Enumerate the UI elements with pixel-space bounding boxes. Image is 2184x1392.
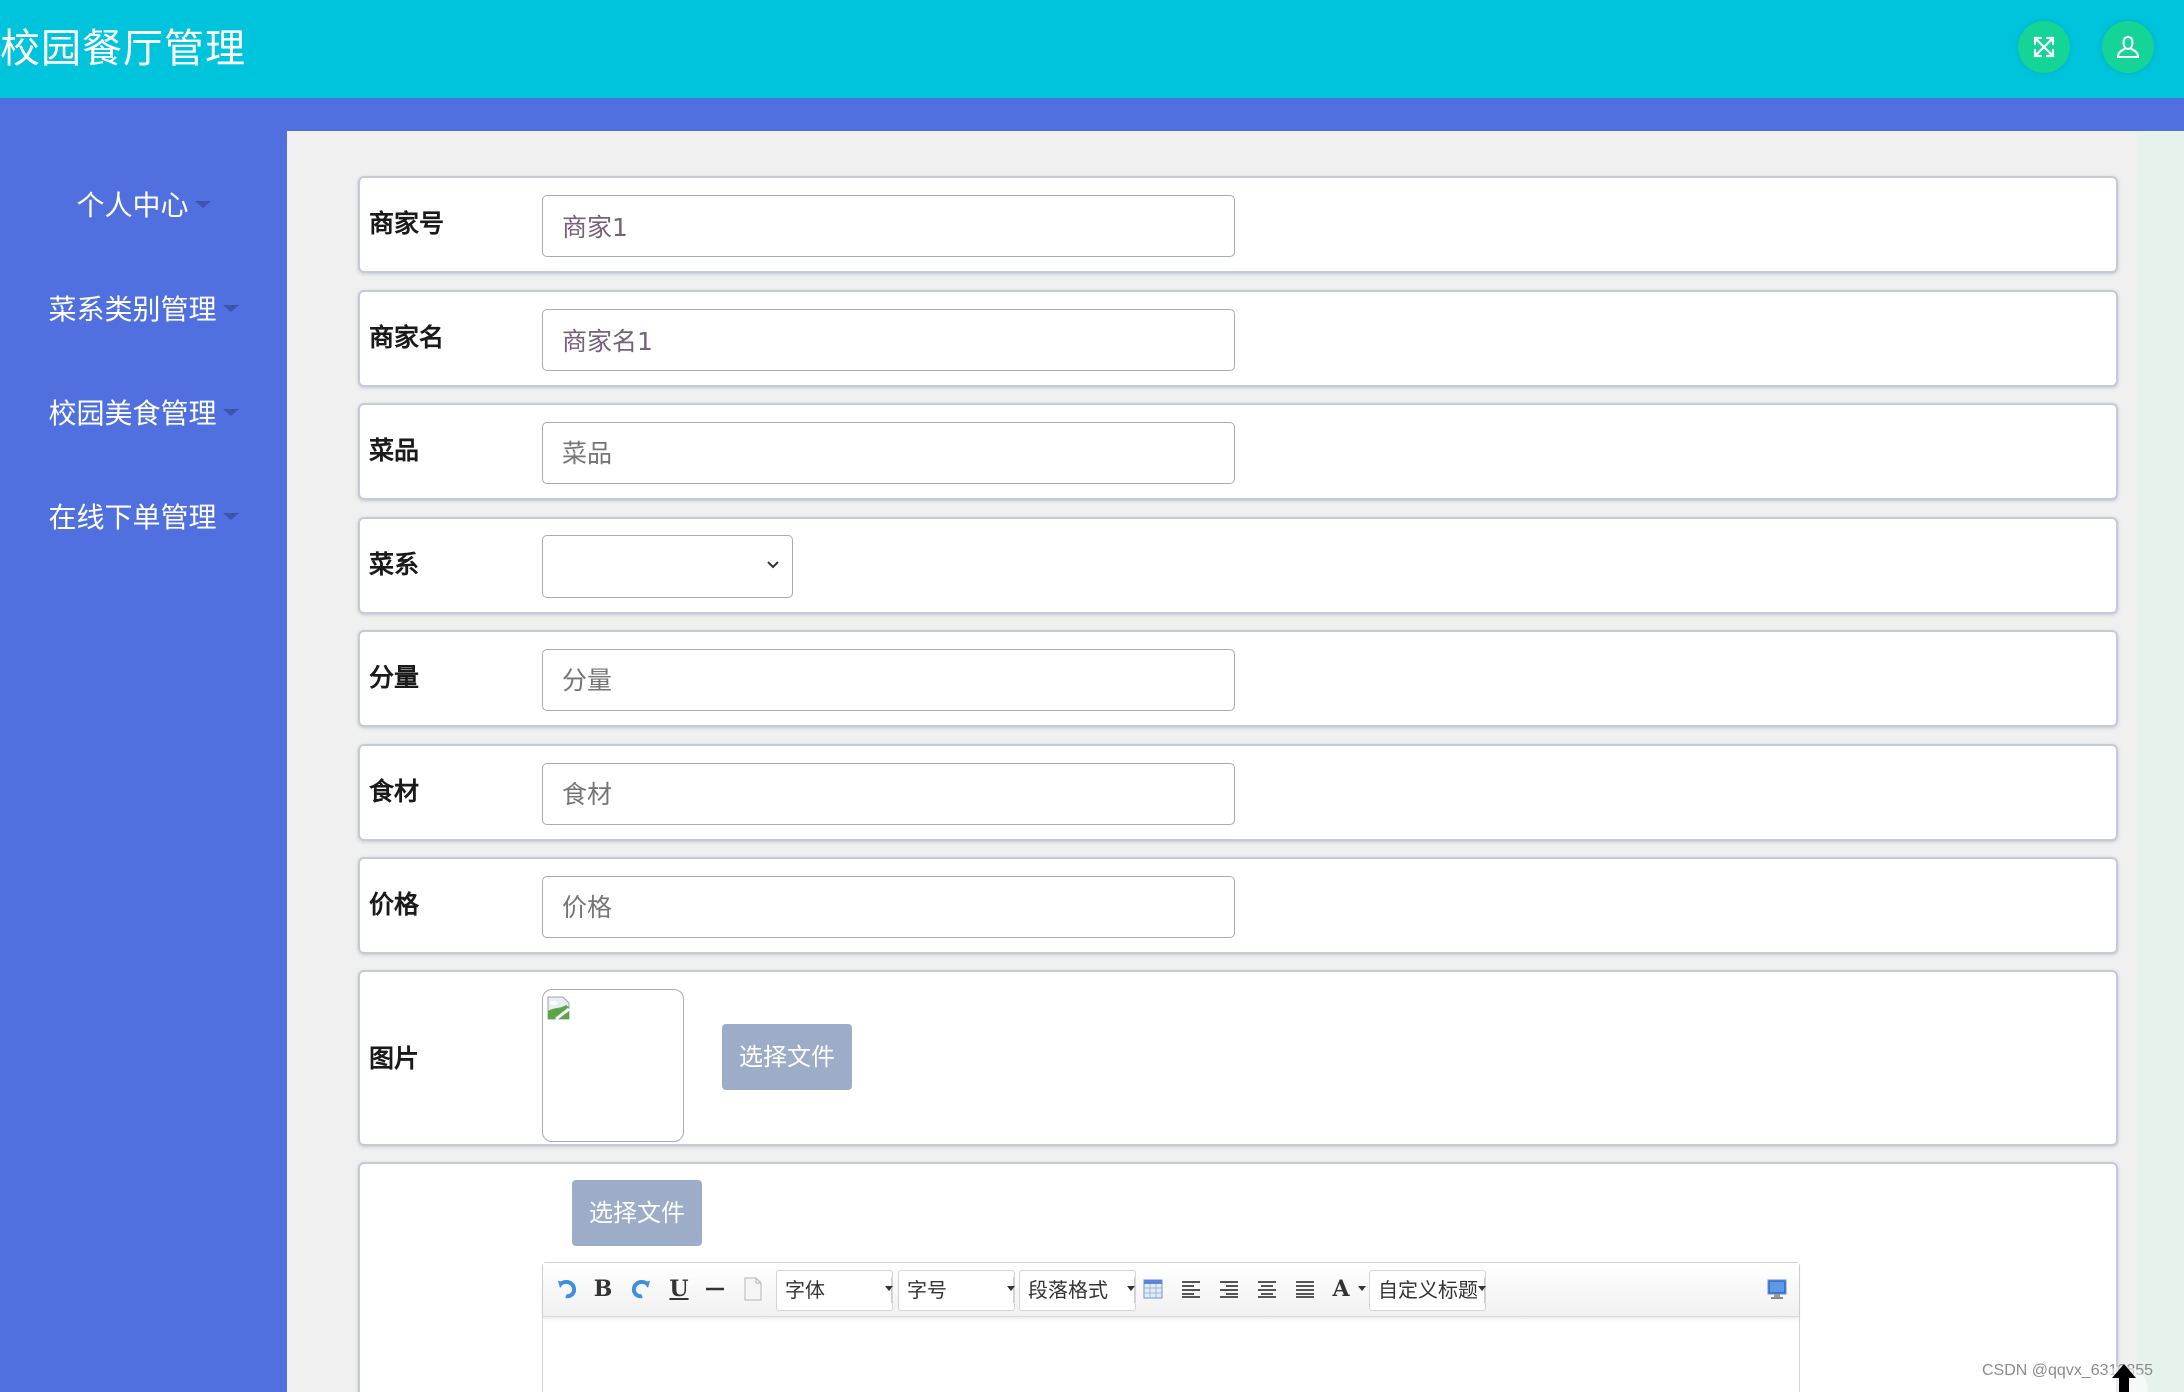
form-row-cuisine: 菜系 bbox=[358, 517, 2118, 614]
cuisine-select[interactable] bbox=[542, 535, 793, 598]
paragraph-format-select[interactable]: 段落格式 bbox=[1019, 1270, 1136, 1311]
form-row-ingredients: 食材 bbox=[358, 744, 2118, 841]
field-label: 价格 bbox=[369, 890, 420, 919]
sidebar-item-label: 校园美食管理 bbox=[48, 397, 217, 430]
caret-down-icon bbox=[222, 512, 239, 520]
sidebar-item-campus-food[interactable]: 校园美食管理 bbox=[0, 394, 287, 434]
font-family-label: 字体 bbox=[785, 1278, 825, 1302]
new-doc-icon[interactable] bbox=[739, 1275, 767, 1303]
custom-title-select[interactable]: 自定义标题 bbox=[1369, 1270, 1486, 1311]
horizontal-rule-icon[interactable] bbox=[701, 1275, 729, 1303]
font-size-label: 字号 bbox=[907, 1278, 947, 1302]
image-preview bbox=[542, 989, 684, 1142]
field-label: 图片 bbox=[369, 1044, 420, 1073]
top-band bbox=[0, 98, 2184, 131]
sidebar-item-label: 菜系类别管理 bbox=[48, 293, 217, 326]
underline-icon[interactable]: U bbox=[665, 1275, 693, 1303]
fullscreen-icon bbox=[2033, 36, 2055, 58]
scroll-area bbox=[2137, 131, 2184, 1392]
form-row-image: 图片 选择文件 bbox=[358, 970, 2118, 1146]
form-row-merchant-name: 商家名 bbox=[358, 290, 2118, 387]
paragraph-format-label: 段落格式 bbox=[1028, 1278, 1108, 1302]
align-center-icon[interactable] bbox=[1253, 1275, 1281, 1303]
field-label: 商家名 bbox=[369, 323, 445, 352]
user-button[interactable] bbox=[2102, 21, 2154, 73]
preview-icon[interactable] bbox=[1763, 1275, 1791, 1303]
app-header: 校园餐厅管理 bbox=[0, 0, 2184, 98]
sidebar-item-online-order[interactable]: 在线下单管理 bbox=[0, 498, 287, 538]
form-row-portion: 分量 bbox=[358, 630, 2118, 727]
align-left-icon[interactable] bbox=[1177, 1275, 1205, 1303]
sidebar-item-personal-center[interactable]: 个人中心 bbox=[0, 186, 287, 226]
field-label: 分量 bbox=[369, 663, 420, 692]
form-row-merchant-id: 商家号 bbox=[358, 176, 2118, 273]
font-size-select[interactable]: 字号 bbox=[898, 1270, 1015, 1311]
caret-down-icon bbox=[222, 408, 239, 416]
form-row-detail-editor: 选择文件 B U 字体 字号 段落格式 A 自定义标题 bbox=[358, 1162, 2118, 1392]
justify-icon[interactable] bbox=[1291, 1275, 1319, 1303]
font-color-dropdown-icon[interactable] bbox=[1358, 1286, 1366, 1291]
caret-down-icon bbox=[222, 304, 239, 312]
align-right-icon[interactable] bbox=[1215, 1275, 1243, 1303]
form-row-price: 价格 bbox=[358, 857, 2118, 954]
custom-title-label: 自定义标题 bbox=[1378, 1278, 1478, 1302]
caret-down-icon bbox=[194, 200, 211, 208]
form-row-dish: 菜品 bbox=[358, 403, 2118, 500]
custom-title-dropdown-icon[interactable] bbox=[1478, 1286, 1486, 1291]
choose-editor-file-button[interactable]: 选择文件 bbox=[572, 1180, 702, 1246]
sidebar: 个人中心 菜系类别管理 校园美食管理 在线下单管理 bbox=[0, 98, 287, 1392]
field-label: 食材 bbox=[369, 777, 420, 806]
paragraph-format-dropdown-icon[interactable] bbox=[1127, 1286, 1135, 1291]
font-family-dropdown-icon[interactable] bbox=[885, 1286, 893, 1291]
broken-image-icon bbox=[547, 996, 570, 1021]
field-label: 商家号 bbox=[369, 209, 445, 238]
price-input[interactable] bbox=[542, 876, 1235, 938]
field-label: 菜系 bbox=[369, 550, 420, 579]
table-icon[interactable] bbox=[1139, 1275, 1167, 1303]
font-size-dropdown-icon[interactable] bbox=[1007, 1286, 1015, 1291]
redo-icon[interactable] bbox=[627, 1275, 655, 1303]
font-color-icon[interactable]: A bbox=[1327, 1275, 1355, 1303]
choose-image-file-button[interactable]: 选择文件 bbox=[722, 1024, 852, 1090]
font-family-select[interactable]: 字体 bbox=[776, 1270, 893, 1311]
fullscreen-button[interactable] bbox=[2018, 21, 2070, 73]
sidebar-item-label: 在线下单管理 bbox=[48, 501, 217, 534]
back-to-top-icon[interactable] bbox=[2106, 1360, 2152, 1392]
app-title: 校园餐厅管理 bbox=[0, 26, 246, 72]
portion-input[interactable] bbox=[542, 649, 1235, 711]
bold-icon[interactable]: B bbox=[589, 1275, 617, 1303]
sidebar-item-cuisine-category[interactable]: 菜系类别管理 bbox=[0, 290, 287, 330]
undo-icon[interactable] bbox=[553, 1275, 581, 1303]
merchant-id-input[interactable] bbox=[542, 195, 1235, 257]
rich-text-editor: B U 字体 字号 段落格式 A 自定义标题 bbox=[542, 1262, 1800, 1392]
editor-toolbar: B U 字体 字号 段落格式 A 自定义标题 bbox=[543, 1263, 1799, 1317]
sidebar-item-label: 个人中心 bbox=[76, 189, 189, 222]
merchant-name-input[interactable] bbox=[542, 309, 1235, 371]
ingredients-input[interactable] bbox=[542, 763, 1235, 825]
field-label: 菜品 bbox=[369, 436, 420, 465]
chevron-down-icon bbox=[767, 561, 779, 569]
user-icon bbox=[2116, 35, 2140, 58]
dish-input[interactable] bbox=[542, 422, 1235, 484]
